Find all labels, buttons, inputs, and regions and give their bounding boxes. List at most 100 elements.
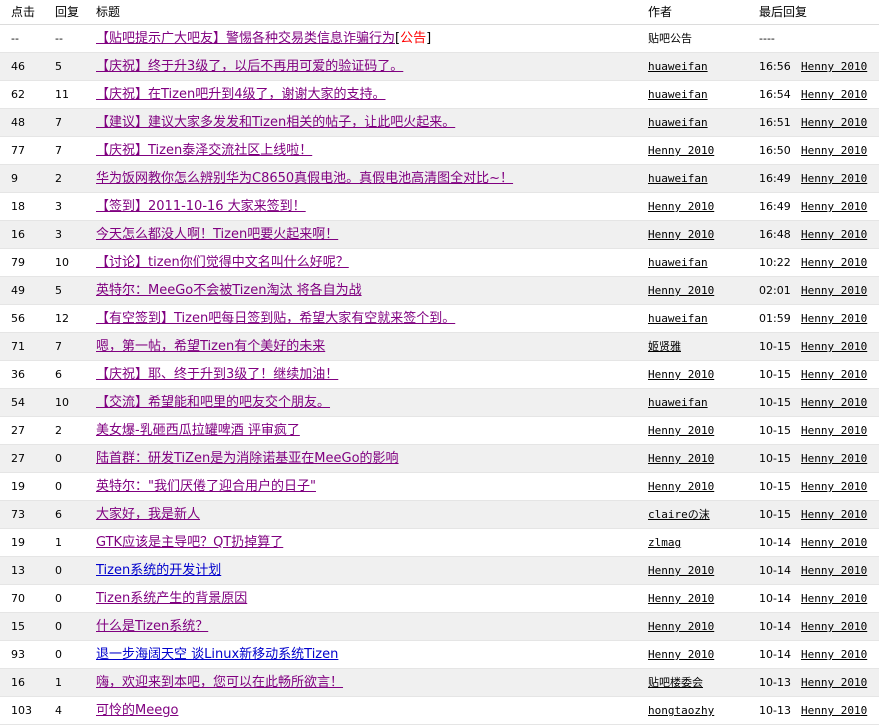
last-reply-user-link[interactable]: Henny 2010 xyxy=(801,284,867,297)
author-link[interactable]: huaweifan xyxy=(648,256,708,269)
author-link[interactable]: Henny 2010 xyxy=(648,228,714,241)
thread-title-link[interactable]: 英特尔：MeeGo不会被Tizen淘汰 将各自为战 xyxy=(96,283,362,298)
author-link[interactable]: huaweifan xyxy=(648,396,708,409)
row-last-user-cell: Henny 2010 xyxy=(801,221,879,249)
row-clicks: 27 xyxy=(11,424,25,437)
thread-title-link[interactable]: 什么是Tizen系统？ xyxy=(96,619,208,634)
table-row: 27 2 美女爆-乳砸西瓜拉罐啤酒 评审疯了 Henny 2010 10-15 Henny… xyxy=(0,417,879,445)
row-replies: 0 xyxy=(55,452,62,465)
thread-title-link[interactable]: 【庆祝】Tizen泰泽交流社区上线啦！ xyxy=(96,143,312,158)
last-reply-user-link[interactable]: Henny 2010 xyxy=(801,536,867,549)
last-reply-user-link[interactable]: Henny 2010 xyxy=(801,144,867,157)
thread-title-link[interactable]: GTK应该是主导吧？QT扔掉算了 xyxy=(96,535,283,550)
author-link[interactable]: huaweifan xyxy=(648,116,708,129)
author-link[interactable]: Henny 2010 xyxy=(648,620,714,633)
thread-title-link[interactable]: 大家好，我是新人 xyxy=(96,507,200,522)
row-clicks: 70 xyxy=(11,592,25,605)
row-last-user-cell: Henny 2010 xyxy=(801,473,879,501)
author-link[interactable]: zlmag xyxy=(648,536,681,549)
row-last-time: 16:54 xyxy=(759,88,791,101)
row-clicks: 62 xyxy=(11,88,25,101)
last-reply-user-link[interactable]: Henny 2010 xyxy=(801,396,867,409)
last-reply-user-link[interactable]: Henny 2010 xyxy=(801,592,867,605)
thread-title-link[interactable]: 【交流】希望能和吧里的吧友交个朋友。 xyxy=(96,395,330,410)
table-row: 93 0 退一步海阔天空 谈Linux新移动系统Tizen Henny 2010 10-… xyxy=(0,641,879,669)
author-link[interactable]: Henny 2010 xyxy=(648,564,714,577)
author-link[interactable]: hongtaozhy xyxy=(648,704,714,717)
last-reply-user-link[interactable]: Henny 2010 xyxy=(801,452,867,465)
thread-title-link[interactable]: 嗯，第一帖，希望Tizen有个美好的未来 xyxy=(96,339,325,354)
thread-title-link[interactable]: 陆首群：研发TiZen是为消除诺基亚在MeeGo的影响 xyxy=(96,451,399,466)
row-clicks: 77 xyxy=(11,144,25,157)
thread-title-link[interactable]: 嗨，欢迎来到本吧，您可以在此畅所欲言！ xyxy=(96,675,343,690)
last-reply-user-link[interactable]: Henny 2010 xyxy=(801,564,867,577)
last-reply-user-link[interactable]: Henny 2010 xyxy=(801,620,867,633)
thread-title-link[interactable]: 英特尔："我们厌倦了迎合用户的日子" xyxy=(96,479,316,494)
table-row: 73 6 大家好，我是新人 claireの沫 10-15 Henny 2010 xyxy=(0,501,879,529)
last-reply-user-link[interactable]: Henny 2010 xyxy=(801,60,867,73)
notice-tag: 公告 xyxy=(400,31,427,46)
thread-title-link[interactable]: 华为饭网教你怎么辨别华为C8650真假电池。真假电池高清图全对比~！ xyxy=(96,171,513,186)
author-link[interactable]: Henny 2010 xyxy=(648,144,714,157)
row-title-cell: 陆首群：研发TiZen是为消除诺基亚在MeeGo的影响 xyxy=(96,445,641,473)
author-link[interactable]: huaweifan xyxy=(648,312,708,325)
row-title-cell: 什么是Tizen系统？ xyxy=(96,613,641,641)
row-clicks: 16 xyxy=(11,228,25,241)
author-link[interactable]: Henny 2010 xyxy=(648,368,714,381)
row-clicks: 36 xyxy=(11,368,25,381)
author-link[interactable]: huaweifan xyxy=(648,60,708,73)
author-link[interactable]: Henny 2010 xyxy=(648,592,714,605)
thread-title-link[interactable]: Tizen系统的开发计划 xyxy=(96,563,221,578)
author-link[interactable]: Henny 2010 xyxy=(648,648,714,661)
last-reply-user-link[interactable]: Henny 2010 xyxy=(801,88,867,101)
row-replies: 0 xyxy=(55,564,62,577)
last-reply-user-link[interactable]: Henny 2010 xyxy=(801,116,867,129)
thread-title-link[interactable]: 【建议】建议大家多发发和Tizen相关的帖子，让此吧火起来。 xyxy=(96,115,455,130)
row-author-cell: huaweifan xyxy=(648,165,753,193)
row-last-user-cell: Henny 2010 xyxy=(801,109,879,137)
row-clicks: 103 xyxy=(11,704,32,717)
last-reply-user-link[interactable]: Henny 2010 xyxy=(801,228,867,241)
row-title-cell: 今天怎么都没人啊！Tizen吧要火起来啊！ xyxy=(96,221,641,249)
thread-title-link[interactable]: 退一步海阔天空 谈Linux新移动系统Tizen xyxy=(96,647,338,662)
last-reply-user-link[interactable]: Henny 2010 xyxy=(801,172,867,185)
thread-title-link[interactable]: 【签到】2011-10-16 大家来签到！ xyxy=(96,199,306,214)
author-link[interactable]: 姬贤雅 xyxy=(648,340,681,353)
last-reply-user-link[interactable]: Henny 2010 xyxy=(801,676,867,689)
thread-title-link[interactable]: 【庆祝】终于升3级了，以后不再用可爱的验证码了。 xyxy=(96,59,403,74)
author-link[interactable]: Henny 2010 xyxy=(648,452,714,465)
row-author-cell: 姬贤雅 xyxy=(648,333,753,361)
thread-title-link[interactable]: 【庆祝】耶、终于升到3级了！继续加油！ xyxy=(96,367,338,382)
last-reply-user-link[interactable]: Henny 2010 xyxy=(801,704,867,717)
author-link[interactable]: Henny 2010 xyxy=(648,200,714,213)
thread-title-link[interactable]: 今天怎么都没人啊！Tizen吧要火起来啊！ xyxy=(96,227,338,242)
last-reply-user-link[interactable]: Henny 2010 xyxy=(801,424,867,437)
thread-title-link[interactable]: 【讨论】tizen你们觉得中文名叫什么好呢？ xyxy=(96,255,349,270)
thread-title-link[interactable]: 美女爆-乳砸西瓜拉罐啤酒 评审疯了 xyxy=(96,423,300,438)
thread-title-link[interactable]: 【庆祝】在Tizen吧升到4级了，谢谢大家的支持。 xyxy=(96,87,386,102)
row-clicks: 9 xyxy=(11,172,18,185)
last-reply-user-link[interactable]: Henny 2010 xyxy=(801,368,867,381)
author-link[interactable]: Henny 2010 xyxy=(648,284,714,297)
row-replies: 3 xyxy=(55,228,62,241)
author-link[interactable]: Henny 2010 xyxy=(648,480,714,493)
last-reply-user-link[interactable]: Henny 2010 xyxy=(801,256,867,269)
author-link[interactable]: huaweifan xyxy=(648,88,708,101)
thread-title-link[interactable]: 可怜的Meego xyxy=(96,703,178,718)
last-reply-user-link[interactable]: Henny 2010 xyxy=(801,480,867,493)
row-clicks: 48 xyxy=(11,116,25,129)
row-last-time: 10-15 xyxy=(759,480,791,493)
thread-title-link[interactable]: Tizen系统产生的背景原因 xyxy=(96,591,247,606)
author-link[interactable]: claireの沫 xyxy=(648,508,710,521)
notice-title-link[interactable]: 【贴吧提示广大吧友】警惕各种交易类信息诈骗行为 xyxy=(96,31,395,46)
last-reply-user-link[interactable]: Henny 2010 xyxy=(801,508,867,521)
last-reply-user-link[interactable]: Henny 2010 xyxy=(801,648,867,661)
author-link[interactable]: Henny 2010 xyxy=(648,424,714,437)
row-title-cell: 可怜的Meego xyxy=(96,697,641,725)
last-reply-user-link[interactable]: Henny 2010 xyxy=(801,340,867,353)
last-reply-user-link[interactable]: Henny 2010 xyxy=(801,312,867,325)
last-reply-user-link[interactable]: Henny 2010 xyxy=(801,200,867,213)
thread-title-link[interactable]: 【有空签到】Tizen吧每日签到贴，希望大家有空就来签个到。 xyxy=(96,311,455,326)
author-link[interactable]: 贴吧楼委会 xyxy=(648,676,703,689)
author-link[interactable]: huaweifan xyxy=(648,172,708,185)
